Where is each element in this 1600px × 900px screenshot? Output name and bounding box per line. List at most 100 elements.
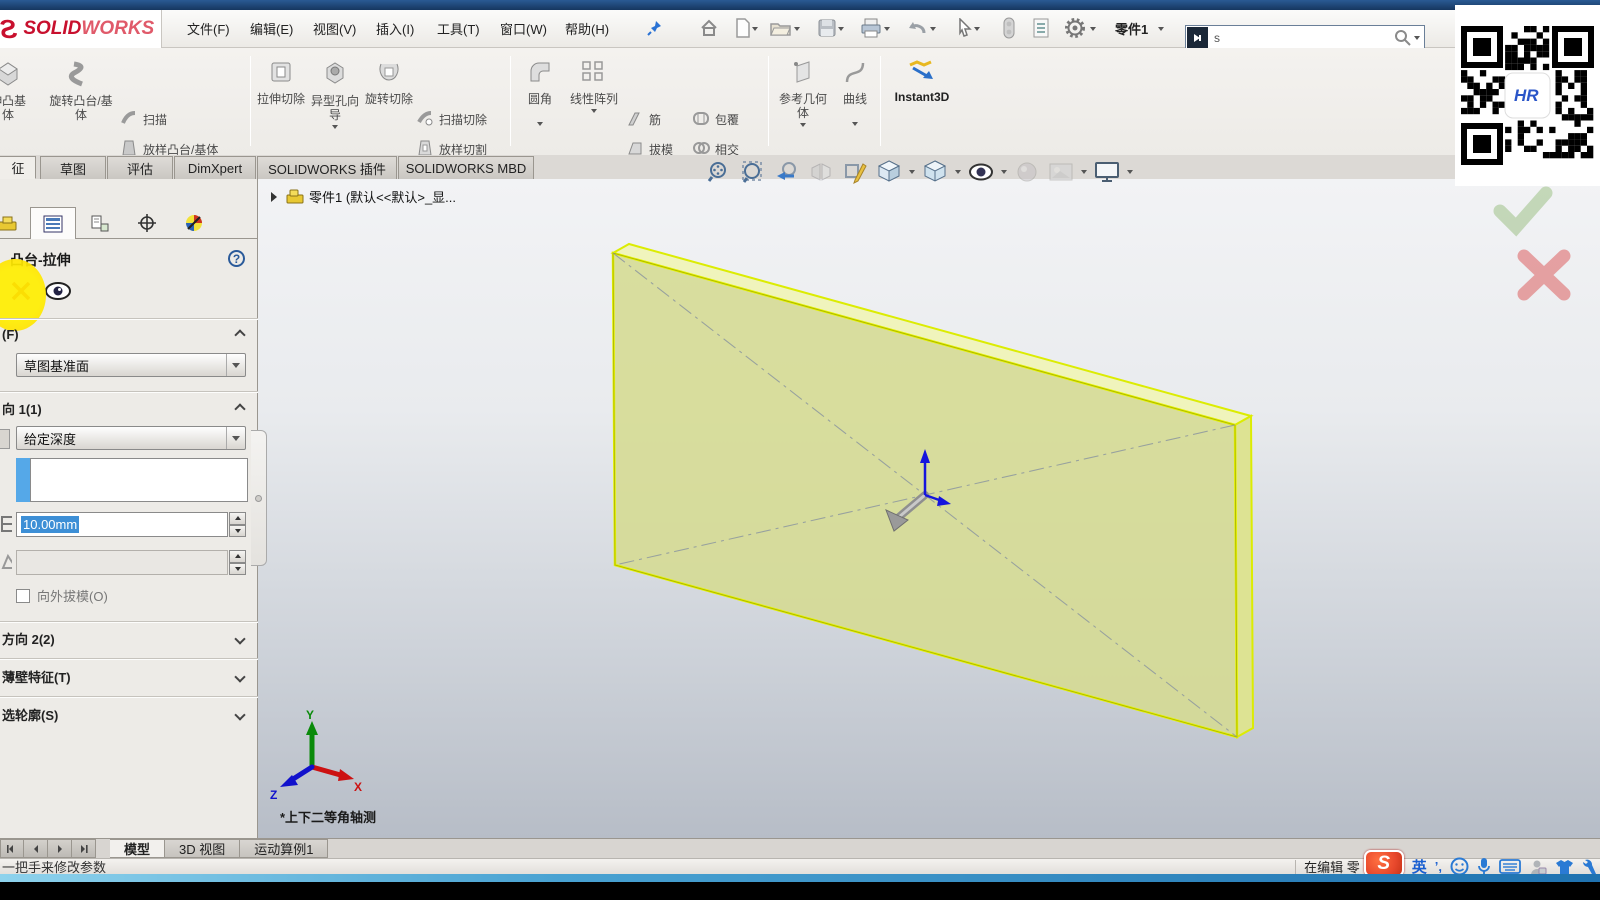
direction-selection-box[interactable] [16,458,248,502]
tab-sketch[interactable]: 草图 [40,156,106,179]
menu-file[interactable]: 文件(F) [178,10,239,47]
tab-displaymanager[interactable] [171,207,217,239]
document-menu[interactable]: 零件1 [1106,10,1157,47]
confirm-ok-icon[interactable] [1500,193,1546,227]
sketch-settings-icon[interactable] [841,158,869,186]
revolved-cut-button[interactable]: 旋转切除 [364,52,414,151]
draft-decrement-button[interactable] [229,563,246,576]
save-dropdown-icon[interactable] [838,27,844,31]
menu-view[interactable]: 视图(V) [304,10,365,47]
fillet-dropdown-icon[interactable] [537,122,543,126]
rib-button[interactable]: 筋 [626,104,690,134]
print-dropdown-icon[interactable] [884,27,890,31]
draft-outward-checkbox[interactable] [16,589,30,603]
group-selected-contours-header[interactable]: 选轮廓(S) [2,705,256,724]
group-thin-feature-header[interactable]: 薄壁特征(T) [2,667,256,686]
search-input[interactable]: s [1214,31,1394,45]
undo-button[interactable] [902,13,932,43]
tab-evaluate[interactable]: 评估 [107,156,173,179]
select-dropdown-icon[interactable] [974,27,980,31]
preview-eye-button[interactable] [44,281,72,301]
expand-icon[interactable] [234,709,245,720]
menu-window[interactable]: 窗口(W) [491,10,556,47]
menu-tools[interactable]: 工具(T) [428,10,489,47]
swept-boss-button[interactable]: 扫描 [120,104,248,134]
ime-keyboard-icon[interactable] [1499,859,1521,874]
tab-features[interactable]: 征 [0,156,36,179]
document-menu-dropdown-icon[interactable] [1158,27,1164,31]
open-button[interactable] [766,13,796,43]
first-tab-button[interactable] [0,839,24,858]
zoom-to-area-icon[interactable] [739,158,767,186]
extruded-cut-button[interactable]: 拉伸切除 [256,52,306,151]
section-view-icon[interactable] [807,158,835,186]
curves-dropdown-icon[interactable] [852,122,858,126]
tab-featuremanager[interactable] [0,207,30,239]
linear-pattern-dropdown-icon[interactable] [591,109,597,113]
print-button[interactable] [856,13,886,43]
open-dropdown-icon[interactable] [794,27,800,31]
search-flyout-icon[interactable] [1187,27,1208,48]
undo-dropdown-icon[interactable] [930,27,936,31]
view-orientation-icon[interactable] [875,158,903,186]
file-properties-button[interactable] [1026,13,1056,43]
group-direction2-header[interactable]: 方向 2(2) [2,629,256,648]
search-icon[interactable] [1394,29,1412,47]
tab-configurationmanager[interactable] [77,207,123,239]
panel-splitter-handle[interactable] [251,430,267,566]
instant3d-button[interactable]: Instant3D [886,52,958,151]
collapse-icon[interactable] [234,403,245,414]
confirm-cancel-icon[interactable] [1524,256,1564,294]
tree-expand-icon[interactable] [268,191,280,203]
draft-outward-row[interactable]: 向外拔模(O) [16,586,108,605]
collapse-icon[interactable] [234,329,245,340]
depth-decrement-button[interactable] [229,525,246,538]
hide-show-dropdown-icon[interactable] [1001,170,1007,174]
view-orientation-dropdown-icon[interactable] [909,170,915,174]
tab-dimxpert[interactable]: DimXpert [174,156,256,179]
sogou-logo-icon[interactable]: S [1364,850,1404,877]
group-direction1-header[interactable]: 向 1(1) [2,399,256,418]
search-dropdown-icon[interactable] [1414,36,1420,40]
draft-increment-button[interactable] [229,550,246,563]
ime-skin-icon[interactable] [1555,858,1574,876]
graphics-viewport[interactable]: Y X Z 零件1 (默认<<默认>_显... *上下二等角轴测 [258,179,1600,838]
extruded-boss-button[interactable]: 伸凸基体 [0,52,38,151]
display-style-dropdown-icon[interactable] [955,170,961,174]
last-tab-button[interactable] [72,839,96,858]
end-condition-dropdown[interactable]: 给定深度 [16,426,246,450]
next-tab-button[interactable] [48,839,72,858]
reverse-direction-button[interactable] [0,429,10,449]
ime-toolbox-icon[interactable] [1582,858,1598,876]
home-button[interactable] [694,13,724,43]
tab-solidworks-mbd[interactable]: SOLIDWORKS MBD [398,156,534,179]
options-gear-button[interactable] [1060,13,1090,43]
tab-propertymanager[interactable] [30,207,76,239]
feature-tree-flyout[interactable]: 零件1 (默认<<默认>_显... [268,187,456,206]
reference-geometry-dropdown-icon[interactable] [800,123,806,127]
menu-help[interactable]: 帮助(H) [556,10,618,47]
apply-scene-dropdown-icon[interactable] [1081,170,1087,174]
group-from-header[interactable]: (F) [2,327,256,342]
reference-geometry-button[interactable]: 参考几何体 [774,52,832,151]
depth-input[interactable]: 10.00mm [16,512,228,537]
new-document-dropdown-icon[interactable] [752,27,758,31]
hole-wizard-dropdown-icon[interactable] [332,125,338,129]
start-condition-dropdown[interactable]: 草图基准面 [16,353,246,377]
hole-wizard-button[interactable]: 异型孔向导 [308,52,362,151]
curves-button[interactable]: 曲线 [834,52,876,151]
hide-show-items-icon[interactable] [967,158,995,186]
options-dropdown-icon[interactable] [1090,27,1096,31]
tab-motion-study[interactable]: 运动算例1 [240,839,328,858]
tab-model[interactable]: 模型 [110,839,165,858]
expand-icon[interactable] [234,633,245,644]
help-button[interactable]: ? [228,250,245,267]
apply-scene-icon[interactable] [1047,158,1075,186]
linear-pattern-button[interactable]: 线性阵列 [566,52,622,151]
edit-appearance-icon[interactable] [1013,158,1041,186]
previous-tab-button[interactable] [24,839,48,858]
zoom-to-fit-icon[interactable] [705,158,733,186]
wrap-button[interactable]: 包覆 [692,104,762,134]
tab-solidworks-addins[interactable]: SOLIDWORKS 插件 [257,156,397,179]
menu-insert[interactable]: 插入(I) [367,10,423,47]
